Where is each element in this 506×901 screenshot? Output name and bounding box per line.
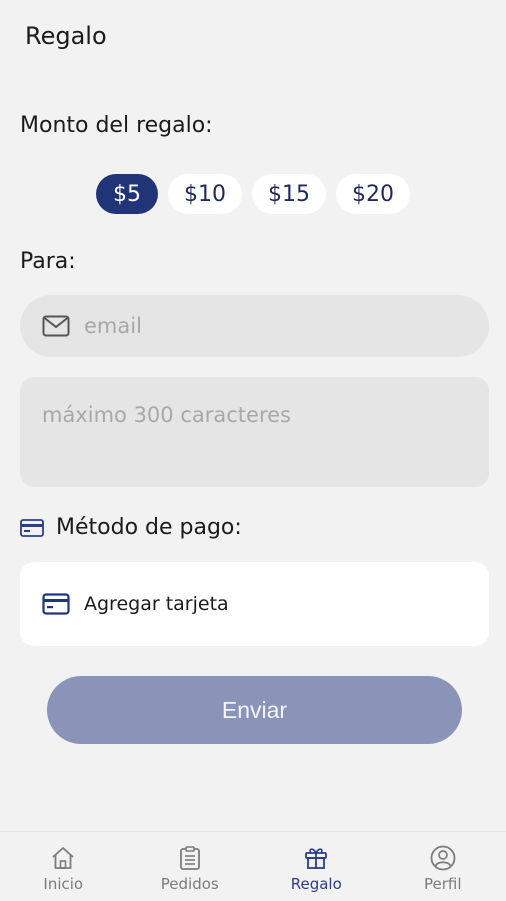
payment-label: Método de pago: xyxy=(56,515,242,540)
credit-card-icon xyxy=(20,519,44,537)
message-field[interactable] xyxy=(20,377,489,487)
email-field[interactable] xyxy=(20,295,489,357)
nav-label: Pedidos xyxy=(161,875,219,893)
user-icon xyxy=(430,845,456,871)
amount-option-15[interactable]: $15 xyxy=(252,174,326,214)
credit-card-icon xyxy=(42,593,70,615)
amount-options: $5 $10 $15 $20 xyxy=(0,174,506,214)
amount-option-20[interactable]: $20 xyxy=(336,174,410,214)
nav-label: Inicio xyxy=(43,875,83,893)
amount-option-5[interactable]: $5 xyxy=(96,174,158,214)
amount-option-10[interactable]: $10 xyxy=(168,174,242,214)
nav-item-regalo[interactable]: Regalo xyxy=(253,832,380,901)
gift-icon xyxy=(304,845,328,871)
nav-item-perfil[interactable]: Perfil xyxy=(380,832,506,901)
bottom-nav: Inicio Pedidos Regalo xyxy=(0,831,506,901)
home-icon xyxy=(50,845,76,871)
page-title: Regalo xyxy=(25,22,107,50)
send-button[interactable]: Enviar xyxy=(47,676,462,744)
nav-item-inicio[interactable]: Inicio xyxy=(0,832,127,901)
message-input[interactable] xyxy=(42,403,467,463)
nav-label: Perfil xyxy=(424,875,462,893)
mail-icon xyxy=(42,315,70,337)
add-card-button[interactable]: Agregar tarjeta xyxy=(20,562,489,646)
payment-heading: Método de pago: xyxy=(20,515,242,540)
recipient-label: Para: xyxy=(20,249,76,274)
amount-label: Monto del regalo: xyxy=(20,113,213,138)
add-card-label: Agregar tarjeta xyxy=(84,593,229,615)
nav-label: Regalo xyxy=(291,875,342,893)
email-input[interactable] xyxy=(82,313,446,339)
clipboard-icon xyxy=(179,845,201,871)
nav-item-pedidos[interactable]: Pedidos xyxy=(127,832,254,901)
